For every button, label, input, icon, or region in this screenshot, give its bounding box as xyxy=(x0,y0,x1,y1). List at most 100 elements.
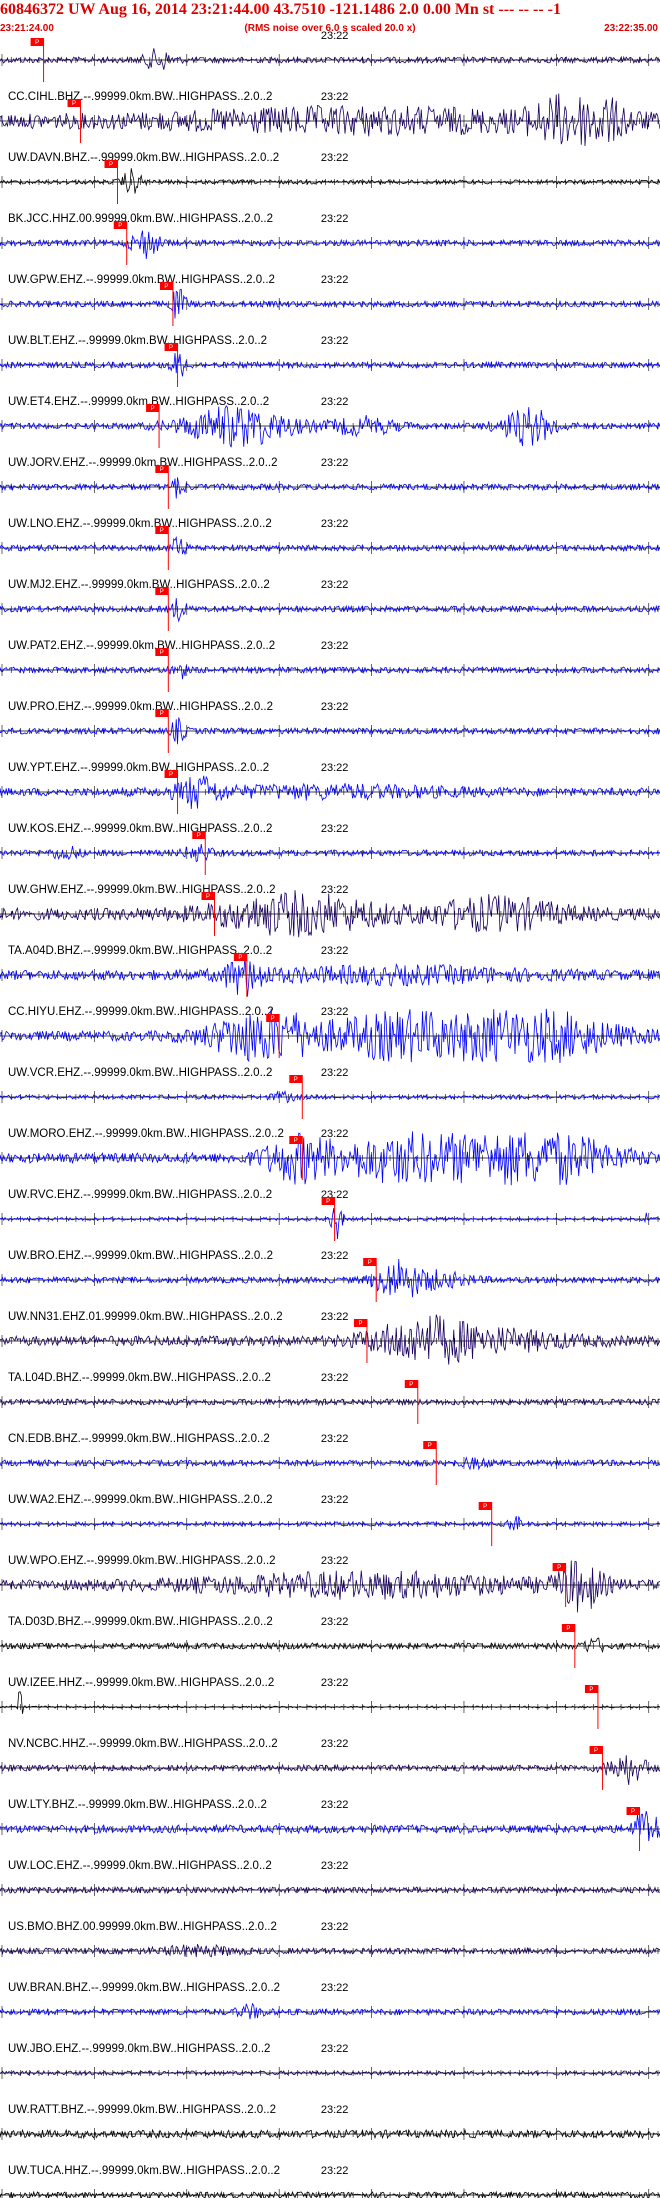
minute-mark-label: 23:22 xyxy=(321,640,349,652)
station-label: UW.GPW.EHZ.--.99999.0km.BW..HIGHPASS..2.… xyxy=(8,274,275,286)
station-label: UW.RVC.EHZ.--.99999.0km.BW..HIGHPASS..2.… xyxy=(8,1189,272,1201)
pick-label: P xyxy=(238,955,242,961)
minute-mark-label: 23:22 xyxy=(321,1799,349,1811)
pick-label: P xyxy=(566,1626,570,1632)
minute-mark-label: 23:22 xyxy=(321,762,349,774)
minute-mark-label: 23:22 xyxy=(321,1860,349,1872)
station-label: UW.BRAN.BHZ.--.99999.0km.BW..HIGHPASS..2… xyxy=(8,1982,280,1994)
waveform xyxy=(0,1259,660,1298)
minute-mark-label: 23:22 xyxy=(321,579,349,591)
station-label: CN.EDB.BHZ.--.99999.0km.BW..HIGHPASS..2.… xyxy=(8,1433,270,1445)
pick-label: P xyxy=(428,1443,432,1449)
station-label: UW.NN31.EHZ.01.99999.0km.BW..HIGHPASS..2… xyxy=(8,1311,283,1323)
pick-label: P xyxy=(409,1382,413,1388)
station-label: NV.NCBC.HHZ.--.99999.0km.BW..HIGHPASS..2… xyxy=(8,1738,278,1750)
pick-label: P xyxy=(160,528,164,534)
waveform xyxy=(0,230,660,259)
minute-mark-label: 23:22 xyxy=(321,152,349,164)
station-label: UW.YPT.EHZ.--.99999.0km.BW..HIGHPASS..2.… xyxy=(8,762,269,774)
minute-mark-label: 23:22 xyxy=(321,1372,349,1384)
pick-label: P xyxy=(109,162,113,168)
pick-label: P xyxy=(197,833,201,839)
station-label: UW.LNO.EHZ.--.99999.0km.BW..HIGHPASS..2.… xyxy=(8,518,272,530)
station-label: UW.PRO.EHZ.--.99999.0km.BW..HIGHPASS..2.… xyxy=(8,701,273,713)
pick-label: P xyxy=(589,1687,593,1693)
minute-mark-label: 23:22 xyxy=(321,518,349,530)
end-time-label: 23:22:35.00 xyxy=(604,23,658,34)
minute-mark-label: 23:22 xyxy=(321,30,349,42)
minute-mark-label: 23:22 xyxy=(321,213,349,225)
pick-label: P xyxy=(164,284,168,290)
pick-label: P xyxy=(169,345,173,351)
minute-mark-label: 23:22 xyxy=(321,1006,349,1018)
minute-mark-label: 23:22 xyxy=(321,701,349,713)
station-label: UW.ET4.EHZ.--.99999.0km.BW..HIGHPASS..2.… xyxy=(8,396,269,408)
waveform xyxy=(0,1208,660,1240)
trace-list: 23:22 P CC.CIHL.BHZ.--.99999.0km.BW..HIGHP… xyxy=(0,30,660,2198)
waveform xyxy=(0,775,660,809)
minute-mark-label: 23:22 xyxy=(321,274,349,286)
station-label: UW.VCR.EHZ.--.99999.0km.BW..HIGHPASS..2.… xyxy=(8,1067,272,1079)
station-label: UW.PAT2.EHZ.--.99999.0km.BW..HIGHPASS..2… xyxy=(8,640,275,652)
pick-label: P xyxy=(271,1016,275,1022)
minute-mark-label: 23:22 xyxy=(321,91,349,103)
waveform xyxy=(0,1516,660,1531)
station-label: UW.MJ2.EHZ.--.99999.0km.BW..HIGHPASS..2.… xyxy=(8,579,270,591)
pick-label: P xyxy=(151,406,155,412)
seismogram-record-section: 60846372 UW Aug 16, 2014 23:21:44.00 43.… xyxy=(0,1,660,2198)
waveform xyxy=(0,2069,660,2077)
pick-label: P xyxy=(631,1809,635,1815)
station-label: UW.DAVN.BHZ.--.99999.0km.BW..HIGHPASS..2… xyxy=(8,152,279,164)
waveform xyxy=(0,1456,660,1471)
waveform xyxy=(0,477,660,499)
station-label: TA.L04D.BHZ.--.99999.0km.BW..HIGHPASS..2… xyxy=(8,1372,271,1384)
station-label: UW.JORV.EHZ.--.99999.0km.BW..HIGHPASS..2… xyxy=(8,457,278,469)
station-label: CC.HIYU.EHZ.--.99999.0km.BW..HIGHPASS..2… xyxy=(8,1006,274,1018)
waveform xyxy=(0,664,660,680)
station-label: UW.WPO.EHZ.--.99999.0km.BW..HIGHPASS..2.… xyxy=(8,1555,276,1567)
minute-mark-label: 23:22 xyxy=(321,2104,349,2116)
waveform xyxy=(0,956,660,997)
minute-mark-label: 23:22 xyxy=(321,2043,349,2055)
pick-label: P xyxy=(294,1138,298,1144)
waveform xyxy=(0,48,660,70)
minute-mark-label: 23:22 xyxy=(321,1494,349,1506)
pick-label: P xyxy=(169,772,173,778)
minute-mark-label: 23:22 xyxy=(321,1982,349,1994)
pick-label: P xyxy=(160,467,164,473)
minute-mark-label: 23:22 xyxy=(321,1555,349,1567)
pick-label: P xyxy=(160,650,164,656)
waveform xyxy=(0,598,660,623)
pick-label: P xyxy=(160,711,164,717)
waveform xyxy=(0,1637,660,1654)
minute-mark-label: 23:22 xyxy=(321,1250,349,1262)
pick-label: P xyxy=(35,40,39,46)
minute-mark-label: 23:22 xyxy=(321,1433,349,1445)
station-label: UW.RATT.BHZ.--.99999.0km.BW..HIGHPASS..2… xyxy=(8,2104,276,2116)
pick-label: P xyxy=(557,1565,561,1571)
station-label: UW.WA2.EHZ.--.99999.0km.BW..HIGHPASS..2.… xyxy=(8,1494,273,1506)
waveform xyxy=(0,535,660,556)
pick-label: P xyxy=(72,101,76,107)
waveform xyxy=(0,168,660,194)
pick-label: P xyxy=(206,894,210,900)
minute-mark-label: 23:22 xyxy=(321,457,349,469)
minute-mark-label: 23:22 xyxy=(321,823,349,835)
station-label: TA.D03D.BHZ.--.99999.0km.BW..HIGHPASS..2… xyxy=(8,1616,273,1628)
waveform xyxy=(0,2002,660,2020)
waveform xyxy=(0,1944,660,1958)
waveform xyxy=(0,1755,660,1785)
waveform xyxy=(0,405,660,448)
station-label: UW.BRO.EHZ.--.99999.0km.BW..HIGHPASS..2.… xyxy=(8,1250,273,1262)
minute-mark-label: 23:22 xyxy=(321,396,349,408)
pick-label: P xyxy=(483,1504,487,1510)
waveform xyxy=(0,1811,660,1842)
pick-label: P xyxy=(118,223,122,229)
station-label: CC.CIHL.BHZ.--.99999.0km.BW..HIGHPASS..2… xyxy=(8,91,272,103)
minute-mark-label: 23:22 xyxy=(321,335,349,347)
minute-mark-label: 23:22 xyxy=(321,1067,349,1079)
pick-label: P xyxy=(326,1199,330,1205)
pick-label: P xyxy=(594,1748,598,1754)
pick-label: P xyxy=(294,1077,298,1083)
minute-mark-label: 23:22 xyxy=(321,1616,349,1628)
